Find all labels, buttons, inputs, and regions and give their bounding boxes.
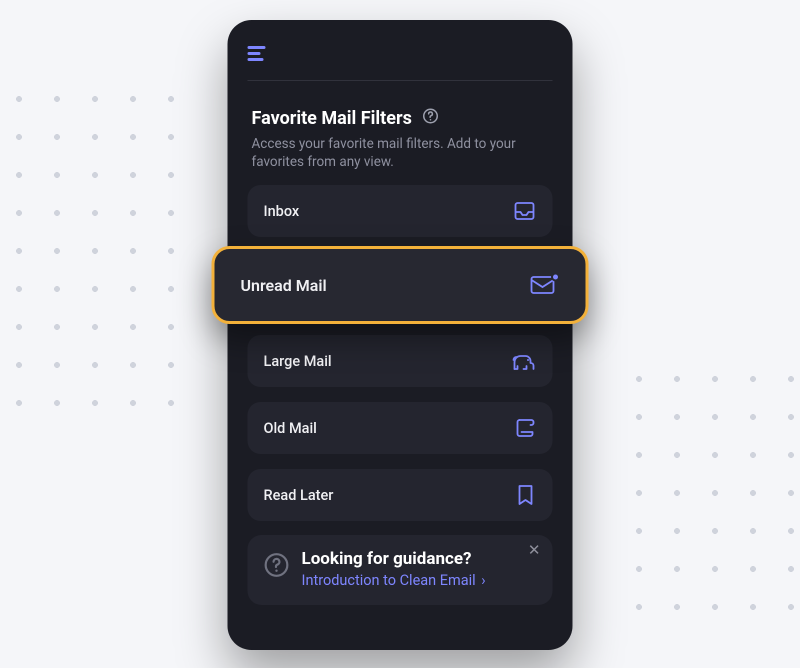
guidance-link[interactable]: Introduction to Clean Email	[302, 572, 488, 589]
section-header: Favorite Mail Filters Access your favori…	[248, 107, 553, 171]
filter-item-old-mail[interactable]: Old Mail	[248, 402, 553, 454]
elephant-icon	[511, 350, 537, 372]
scroll-icon	[513, 416, 537, 440]
decorative-dots-right	[620, 360, 800, 610]
section-subtitle: Access your favorite mail filters. Add t…	[252, 135, 549, 171]
menu-icon[interactable]	[248, 46, 268, 62]
filter-label: Old Mail	[264, 420, 317, 437]
filter-label: Unread Mail	[241, 276, 327, 295]
guidance-body: Looking for guidance? Introduction to Cl…	[302, 549, 488, 589]
filter-label: Large Mail	[264, 353, 332, 370]
filter-label: Read Later	[264, 487, 334, 504]
filter-item-large-mail[interactable]: Large Mail	[248, 335, 553, 387]
filter-label: Inbox	[264, 203, 300, 220]
decorative-dots-left	[0, 80, 180, 410]
inbox-icon	[513, 199, 537, 223]
filter-item-read-later[interactable]: Read Later	[248, 469, 553, 521]
help-icon[interactable]	[422, 107, 440, 129]
section-title: Favorite Mail Filters	[252, 108, 412, 129]
app-panel: Favorite Mail Filters Access your favori…	[228, 20, 573, 650]
close-icon[interactable]: ✕	[528, 543, 541, 558]
guidance-title: Looking for guidance?	[302, 549, 488, 569]
help-circle-icon	[264, 552, 290, 582]
filter-item-unread-wrap: Unread Mail	[248, 252, 553, 320]
filter-item-inbox[interactable]: Inbox	[248, 185, 553, 237]
bookmark-icon	[515, 483, 537, 507]
filter-item-unread[interactable]: Unread Mail	[212, 246, 589, 324]
top-bar	[248, 46, 553, 81]
guidance-card: ✕ Looking for guidance? Introduction to …	[248, 535, 553, 605]
unread-mail-icon	[530, 272, 560, 298]
filter-list: Inbox Unread Mail	[248, 185, 553, 521]
